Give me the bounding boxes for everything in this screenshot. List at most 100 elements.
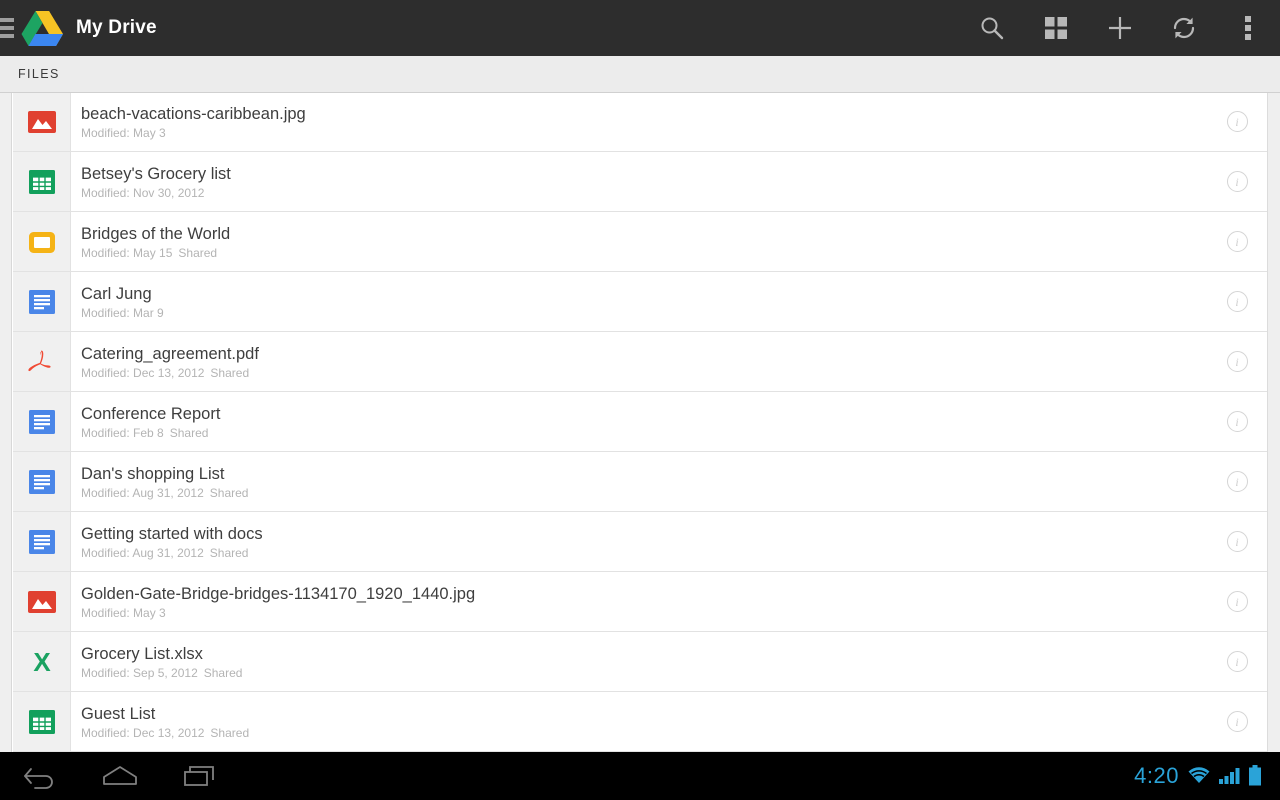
svg-text:X: X	[33, 647, 51, 677]
file-text-block: Golden-Gate-Bridge-bridges-1134170_1920_…	[71, 572, 1207, 631]
file-list-item[interactable]: Getting started with docs Modified: Aug 3…	[13, 512, 1267, 572]
file-modified: Modified: Dec 13, 2012	[81, 725, 205, 740]
file-info-button[interactable]: i	[1207, 572, 1267, 631]
google-drive-logo	[20, 8, 64, 48]
file-name: beach-vacations-caribbean.jpg	[81, 104, 306, 123]
file-text-block: Dan's shopping List Modified: Aug 31, 201…	[71, 452, 1207, 511]
file-text-block: Conference Report Modified: Feb 8 Shared	[71, 392, 1207, 451]
spreadsheet-file-icon	[27, 707, 57, 737]
file-modified: Modified: May 15	[81, 245, 173, 260]
file-info-button[interactable]: i	[1207, 392, 1267, 451]
file-modified: Modified: May 3	[81, 605, 166, 620]
file-meta: Modified: Mar 9	[81, 306, 1207, 320]
document-file-icon	[27, 467, 57, 497]
file-text-block: Bridges of the World Modified: May 15 Shar…	[71, 212, 1207, 271]
refresh-icon	[1170, 14, 1198, 42]
info-icon: i	[1226, 171, 1248, 192]
file-info-button[interactable]: i	[1207, 212, 1267, 271]
hamburger-menu-icon[interactable]	[0, 0, 14, 56]
file-text-block: Grocery List.xlsx Modified: Sep 5, 2012 Sh…	[71, 632, 1207, 691]
file-icon-cell	[13, 512, 71, 571]
file-name: Conference Report	[81, 404, 221, 423]
cellular-signal-icon	[1219, 766, 1241, 786]
tab-files[interactable]: FILES	[0, 56, 78, 92]
document-file-icon	[27, 287, 57, 317]
search-button[interactable]	[960, 0, 1024, 56]
info-icon: i	[1226, 591, 1248, 612]
file-meta: Modified: May 15 Shared	[81, 246, 1207, 260]
file-icon-cell	[13, 152, 71, 211]
file-meta: Modified: May 3	[81, 126, 1207, 140]
file-meta: Modified: Aug 31, 2012 Shared	[81, 486, 1207, 500]
file-list-item[interactable]: Catering_agreement.pdf Modified: Dec 13, …	[13, 332, 1267, 392]
file-shared-badge: Shared	[209, 545, 249, 560]
status-area: 4:20	[1134, 765, 1280, 787]
file-modified: Modified: Nov 30, 2012	[81, 185, 205, 200]
pdf-file-icon	[27, 347, 57, 377]
file-list-item[interactable]: Bridges of the World Modified: May 15 Shar…	[13, 212, 1267, 272]
info-icon: i	[1226, 111, 1248, 132]
file-modified: Modified: Sep 5, 2012	[81, 665, 198, 680]
action-bar: My Drive	[0, 0, 1280, 56]
file-list-item[interactable]: beach-vacations-caribbean.jpg Modified: M…	[13, 93, 1267, 152]
file-list-item[interactable]: Betsey's Grocery list Modified: Nov 30, 2…	[13, 152, 1267, 212]
file-info-button[interactable]: i	[1207, 692, 1267, 751]
file-name: Betsey's Grocery list	[81, 164, 231, 183]
file-info-button[interactable]: i	[1207, 332, 1267, 391]
file-list: beach-vacations-caribbean.jpg Modified: M…	[0, 93, 1280, 752]
file-icon-cell	[13, 93, 71, 151]
file-shared-badge: Shared	[203, 665, 243, 680]
file-text-block: Catering_agreement.pdf Modified: Dec 13, …	[71, 332, 1207, 391]
file-meta: Modified: Aug 31, 2012 Shared	[81, 546, 1207, 560]
file-text-block: Betsey's Grocery list Modified: Nov 30, 2…	[71, 152, 1207, 211]
hamburger-bar	[0, 26, 14, 30]
file-info-button[interactable]: i	[1207, 272, 1267, 331]
hamburger-bar	[0, 34, 14, 38]
file-text-block: beach-vacations-caribbean.jpg Modified: M…	[71, 93, 1207, 151]
file-info-button[interactable]: i	[1207, 452, 1267, 511]
file-list-rows: beach-vacations-caribbean.jpg Modified: M…	[13, 93, 1267, 752]
file-meta: Modified: Dec 13, 2012 Shared	[81, 726, 1207, 740]
file-shared-badge: Shared	[209, 485, 249, 500]
status-clock: 4:20	[1134, 763, 1179, 788]
file-icon-cell	[13, 452, 71, 511]
file-name: Golden-Gate-Bridge-bridges-1134170_1920_…	[81, 584, 476, 603]
file-icon-cell	[13, 332, 71, 391]
info-icon: i	[1226, 291, 1248, 312]
file-list-item[interactable]: Guest List Modified: Dec 13, 2012 Shared i	[13, 692, 1267, 752]
file-info-button[interactable]: i	[1207, 93, 1267, 151]
wifi-icon	[1186, 766, 1212, 786]
file-list-item[interactable]: Conference Report Modified: Feb 8 Shared i	[13, 392, 1267, 452]
home-button[interactable]	[80, 752, 160, 800]
file-name: Getting started with docs	[81, 524, 263, 543]
file-info-button[interactable]: i	[1207, 152, 1267, 211]
tab-strip: FILES	[0, 56, 1280, 93]
file-meta: Modified: Dec 13, 2012 Shared	[81, 366, 1207, 380]
file-modified: Modified: Aug 31, 2012	[81, 545, 204, 560]
document-file-icon	[27, 407, 57, 437]
file-modified: Modified: Mar 9	[81, 305, 164, 320]
file-info-button[interactable]: i	[1207, 632, 1267, 691]
file-shared-badge: Shared	[210, 725, 250, 740]
document-file-icon	[27, 527, 57, 557]
file-list-item[interactable]: Golden-Gate-Bridge-bridges-1134170_1920_…	[13, 572, 1267, 632]
file-list-item[interactable]: Dan's shopping List Modified: Aug 31, 201…	[13, 452, 1267, 512]
file-info-button[interactable]: i	[1207, 512, 1267, 571]
info-icon: i	[1226, 711, 1248, 732]
info-icon: i	[1226, 531, 1248, 552]
recents-button[interactable]	[160, 752, 240, 800]
file-modified: Modified: Feb 8	[81, 425, 164, 440]
info-icon: i	[1226, 231, 1248, 252]
grid-view-button[interactable]	[1024, 0, 1088, 56]
overflow-button[interactable]	[1216, 0, 1280, 56]
file-icon-cell	[13, 692, 71, 751]
refresh-button[interactable]	[1152, 0, 1216, 56]
file-modified: Modified: Dec 13, 2012	[81, 365, 205, 380]
file-list-item[interactable]: X Grocery List.xlsx Modified: Sep 5, 2012 S…	[13, 632, 1267, 692]
list-scrollbar[interactable]	[1267, 93, 1280, 752]
image-file-icon	[27, 587, 57, 617]
add-button[interactable]	[1088, 0, 1152, 56]
file-list-item[interactable]: Carl Jung Modified: Mar 9 i	[13, 272, 1267, 332]
back-button[interactable]	[0, 752, 80, 800]
file-text-block: Carl Jung Modified: Mar 9	[71, 272, 1207, 331]
